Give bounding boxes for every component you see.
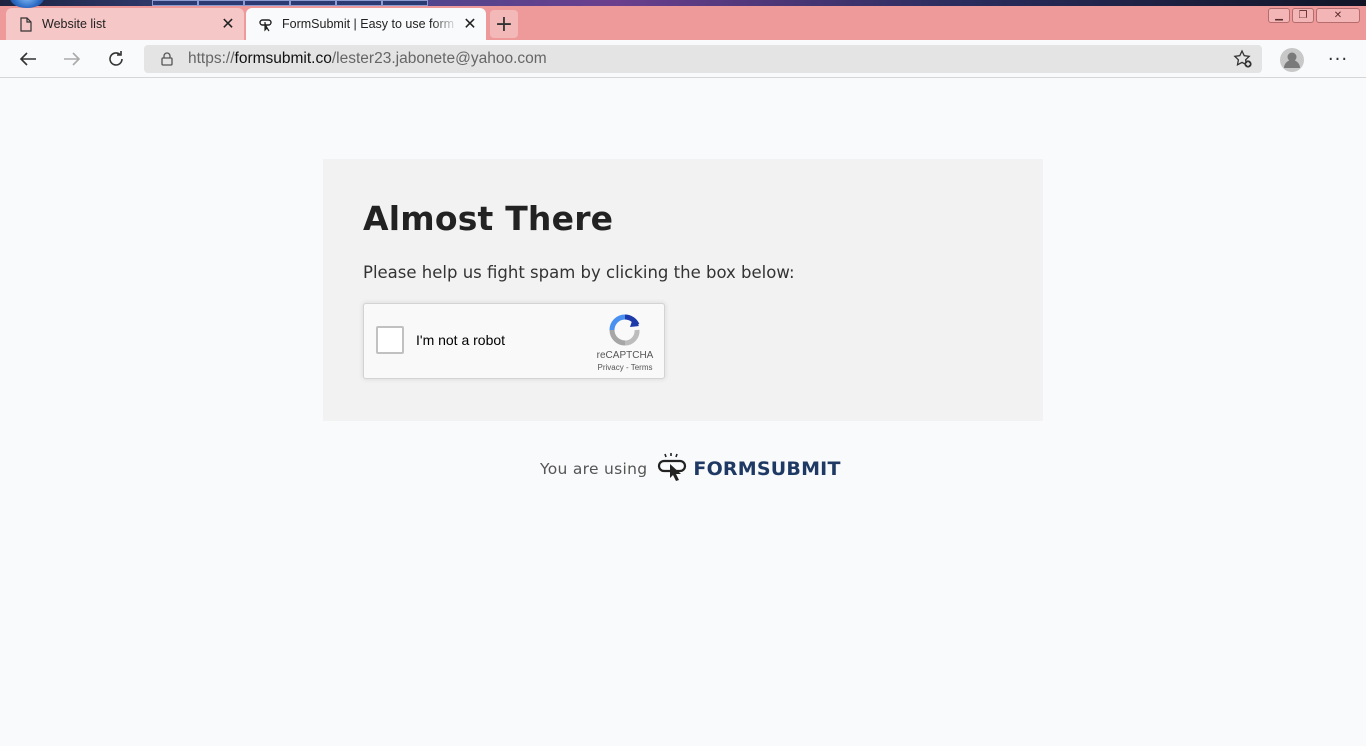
tab-website-list[interactable]: Website list ✕ <box>6 8 244 40</box>
instruction-text: Please help us fight spam by clicking th… <box>363 263 795 282</box>
refresh-button[interactable] <box>101 44 131 74</box>
back-button[interactable] <box>13 44 43 74</box>
recaptcha-logo-icon <box>609 314 640 346</box>
formsubmit-logo-icon[interactable] <box>657 452 691 486</box>
more-options-icon[interactable]: ··· <box>1324 46 1352 72</box>
tab-formsubmit[interactable]: FormSubmit | Easy to use form backend ✕ <box>246 8 486 40</box>
browser-tab-strip: Website list ✕ FormSubmit | Easy to use … <box>0 0 1366 40</box>
close-window-icon[interactable]: ✕ <box>1316 8 1360 23</box>
terms-link[interactable]: Terms <box>631 363 653 372</box>
recaptcha-checkbox[interactable] <box>376 326 404 354</box>
profile-avatar-icon[interactable] <box>1279 47 1305 73</box>
restore-icon[interactable]: ❐ <box>1292 8 1314 23</box>
recaptcha-label: I'm not a robot <box>416 332 506 348</box>
formsubmit-favicon <box>258 16 274 32</box>
recaptcha-widget: I'm not a robot reCAPTCHA Privacy - Term… <box>363 303 665 379</box>
add-favorite-icon[interactable] <box>1232 48 1254 70</box>
refresh-icon <box>109 51 123 66</box>
recaptcha-brand: reCAPTCHA <box>596 350 654 361</box>
window-controls: ▁ ❐ ✕ <box>1268 8 1360 24</box>
new-tab-button[interactable]: + <box>490 10 518 38</box>
footer-prefix: You are using <box>540 460 648 478</box>
tab-close-icon[interactable]: ✕ <box>458 12 482 36</box>
forward-arrow-icon <box>64 52 81 66</box>
page-title: Almost There <box>363 199 614 238</box>
forward-button[interactable] <box>57 44 87 74</box>
formsubmit-brand[interactable]: FORMSUBMIT <box>693 458 840 480</box>
address-bar[interactable]: https://formsubmit.co/lester23.jabonete@… <box>144 45 1262 73</box>
minimize-icon[interactable]: ▁ <box>1268 8 1290 23</box>
recaptcha-links: Privacy - Terms <box>597 363 653 372</box>
lock-icon[interactable] <box>158 50 176 68</box>
start-orb-icon[interactable] <box>10 0 44 8</box>
privacy-link[interactable]: Privacy <box>598 363 624 372</box>
tab-title: Website list <box>42 17 106 31</box>
tab-close-icon[interactable]: ✕ <box>216 12 240 36</box>
back-arrow-icon <box>19 52 36 66</box>
verification-card: Almost There Please help us fight spam b… <box>323 159 1043 421</box>
tab-title: FormSubmit | Easy to use form backend <box>282 17 458 31</box>
powered-by-footer: You are using FORMSUBMIT <box>540 452 841 486</box>
page-icon <box>18 16 34 32</box>
url-text[interactable]: https://formsubmit.co/lester23.jabonete@… <box>188 50 1232 68</box>
desktop-taskbar-strip <box>0 0 1366 6</box>
browser-toolbar: https://formsubmit.co/lester23.jabonete@… <box>0 40 1366 78</box>
